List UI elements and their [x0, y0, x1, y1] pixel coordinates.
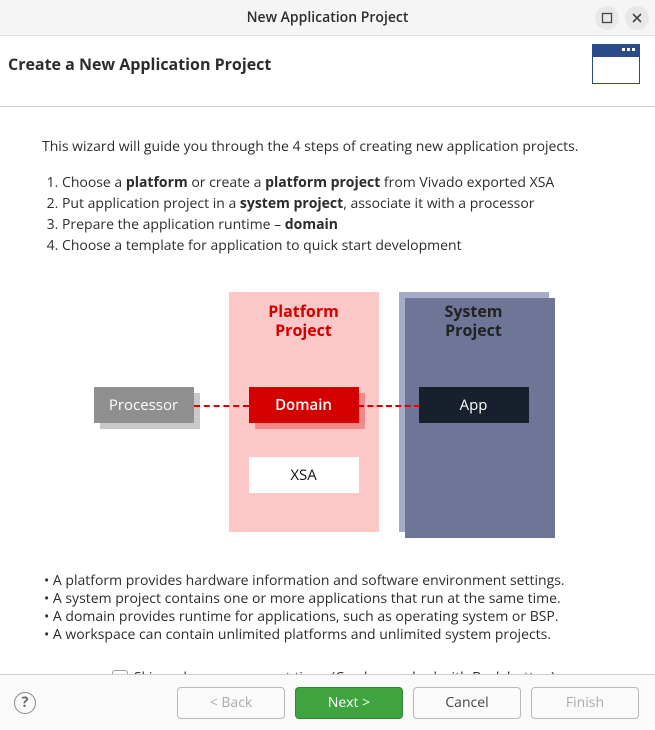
- next-button[interactable]: Next >: [295, 687, 403, 719]
- note-item: • A workspace can contain unlimited plat…: [44, 626, 625, 644]
- title-bar: New Application Project: [0, 0, 655, 36]
- dialog-content: This wizard will guide you through the 4…: [0, 107, 655, 687]
- dialog-header: Create a New Application Project: [0, 36, 655, 107]
- xsa-box: XSA: [249, 457, 359, 493]
- wizard-icon: [592, 44, 640, 84]
- connector-line: [358, 405, 420, 407]
- domain-box: Domain: [249, 387, 359, 423]
- dialog-footer: ? < Back Next > Cancel Finish: [0, 674, 655, 730]
- processor-box: Processor: [94, 387, 194, 423]
- connector-line: [194, 405, 249, 407]
- close-button[interactable]: [625, 6, 649, 30]
- system-project-box: System Project App: [399, 292, 549, 532]
- maximize-button[interactable]: [595, 6, 619, 30]
- step-4: Choose a template for application to qui…: [62, 237, 625, 256]
- page-title: Create a New Application Project: [8, 53, 271, 75]
- cancel-button[interactable]: Cancel: [413, 687, 521, 719]
- app-box: App: [419, 387, 529, 423]
- platform-project-box: Platform Project Domain XSA: [229, 292, 379, 532]
- steps-list: Choose a platform or create a platform p…: [42, 174, 625, 256]
- notes: • A platform provides hardware informati…: [42, 572, 625, 645]
- window-title: New Application Project: [247, 8, 409, 27]
- back-button[interactable]: < Back: [177, 687, 285, 719]
- help-button[interactable]: ?: [14, 692, 36, 714]
- step-3: Prepare the application runtime – domain: [62, 216, 625, 235]
- note-item: • A platform provides hardware informati…: [44, 572, 625, 590]
- finish-button[interactable]: Finish: [531, 687, 639, 719]
- step-1: Choose a platform or create a platform p…: [62, 174, 625, 193]
- architecture-diagram: Processor Platform Project Domain XSA Sy…: [94, 292, 574, 542]
- note-item: • A system project contains one or more …: [44, 590, 625, 608]
- step-2: Put application project in a system proj…: [62, 195, 625, 214]
- intro-text: This wizard will guide you through the 4…: [42, 137, 625, 156]
- note-item: • A domain provides runtime for applicat…: [44, 608, 625, 626]
